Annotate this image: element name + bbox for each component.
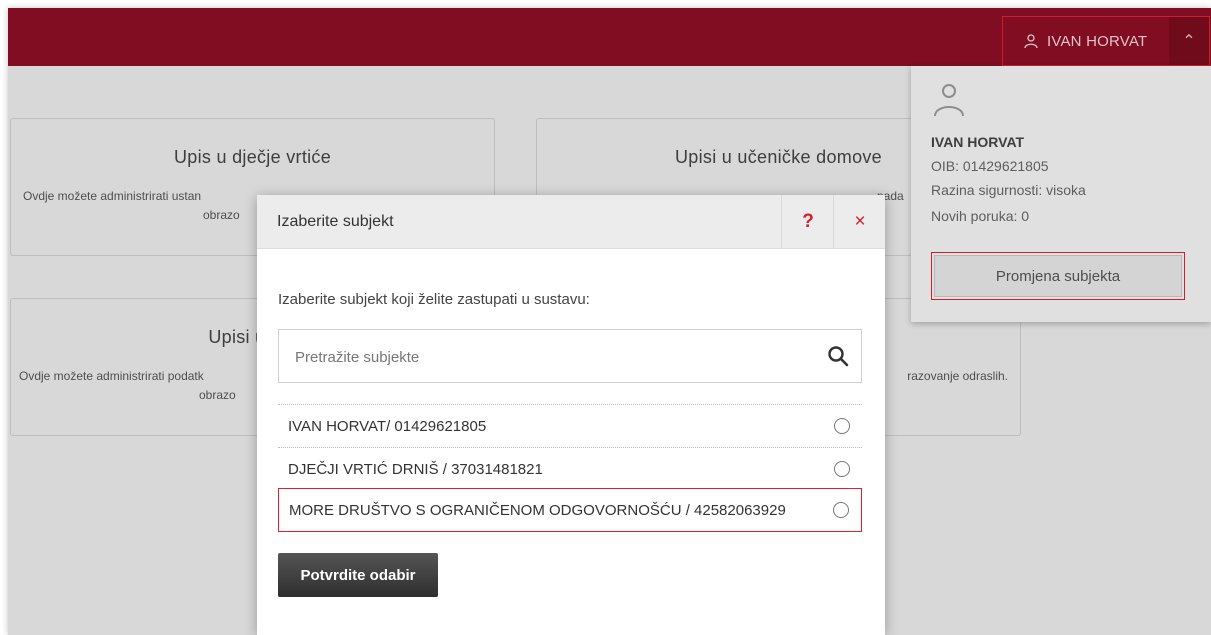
- app-window: IVAN HORVAT ⌃ Upis u dječje vrtiće Ovdje…: [8, 8, 1211, 635]
- subject-option-label: IVAN HORVAT/ 01429621805: [288, 418, 487, 435]
- modal-instruction: Izaberite subjekt koji želite zastupati …: [278, 291, 590, 308]
- select-subject-modal: Izaberite subjekt ? × Izaberite subjekt …: [257, 195, 885, 635]
- subject-option-radio[interactable]: [834, 461, 850, 477]
- subject-option[interactable]: DJEČJI VRTIĆ DRNIŠ / 37031481821: [278, 447, 862, 491]
- modal-header: Izaberite subjekt ? ×: [257, 195, 885, 249]
- search-icon[interactable]: [827, 345, 849, 367]
- subject-option[interactable]: IVAN HORVAT/ 01429621805: [278, 404, 862, 448]
- subject-option-radio[interactable]: [833, 502, 849, 518]
- modal-title: Izaberite subjekt: [277, 213, 394, 230]
- close-button[interactable]: ×: [833, 195, 886, 248]
- subject-option-label: MORE DRUŠTVO S OGRANIČENOM ODGOVORNOŠĆU …: [289, 501, 786, 519]
- subject-option-highlighted[interactable]: MORE DRUŠTVO S OGRANIČENOM ODGOVORNOŠĆU …: [278, 488, 862, 532]
- subject-option-label: DJEČJI VRTIĆ DRNIŠ / 37031481821: [288, 461, 543, 478]
- subject-search-input[interactable]: [279, 330, 817, 384]
- help-button[interactable]: ?: [781, 195, 834, 248]
- subject-option-radio[interactable]: [834, 418, 850, 434]
- confirm-selection-button[interactable]: Potvrdite odabir: [278, 553, 438, 597]
- subject-search: [278, 329, 862, 384]
